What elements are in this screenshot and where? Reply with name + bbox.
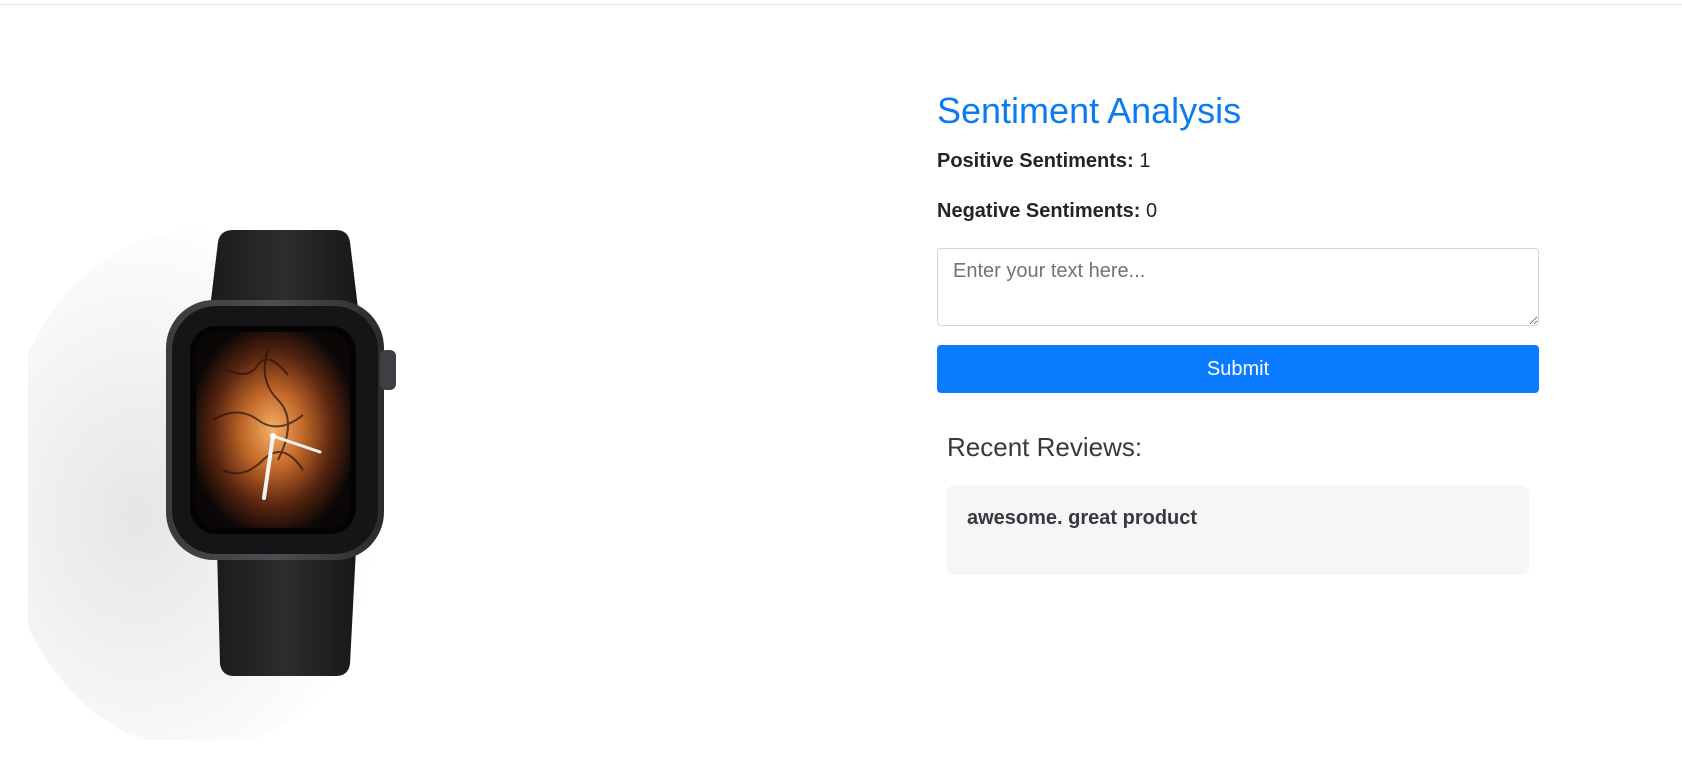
top-divider bbox=[0, 0, 1682, 5]
negative-sentiments-label: Negative Sentiments: bbox=[937, 200, 1141, 222]
recent-reviews-heading: Recent Reviews: bbox=[947, 432, 1143, 462]
recent-reviews-section: Recent Reviews: awesome. great product bbox=[937, 429, 1539, 575]
negative-sentiments-count: 0 bbox=[1145, 200, 1158, 222]
submit-button[interactable]: Submit bbox=[937, 345, 1539, 393]
review-card: awesome. great product bbox=[947, 485, 1529, 575]
review-text-input[interactable] bbox=[937, 248, 1539, 326]
sentiment-panel: Sentiment Analysis Positive Sentiments: … bbox=[937, 84, 1539, 575]
positive-sentiments-stat: Positive Sentiments: 1 bbox=[937, 146, 1539, 176]
review-text: awesome. great product bbox=[967, 507, 1198, 529]
negative-sentiments-stat: Negative Sentiments: 0 bbox=[937, 196, 1539, 226]
page-title: Sentiment Analysis bbox=[937, 90, 1242, 131]
positive-sentiments-label: Positive Sentiments: bbox=[937, 150, 1134, 172]
product-image-watch bbox=[28, 230, 398, 740]
positive-sentiments-count: 1 bbox=[1139, 150, 1151, 172]
